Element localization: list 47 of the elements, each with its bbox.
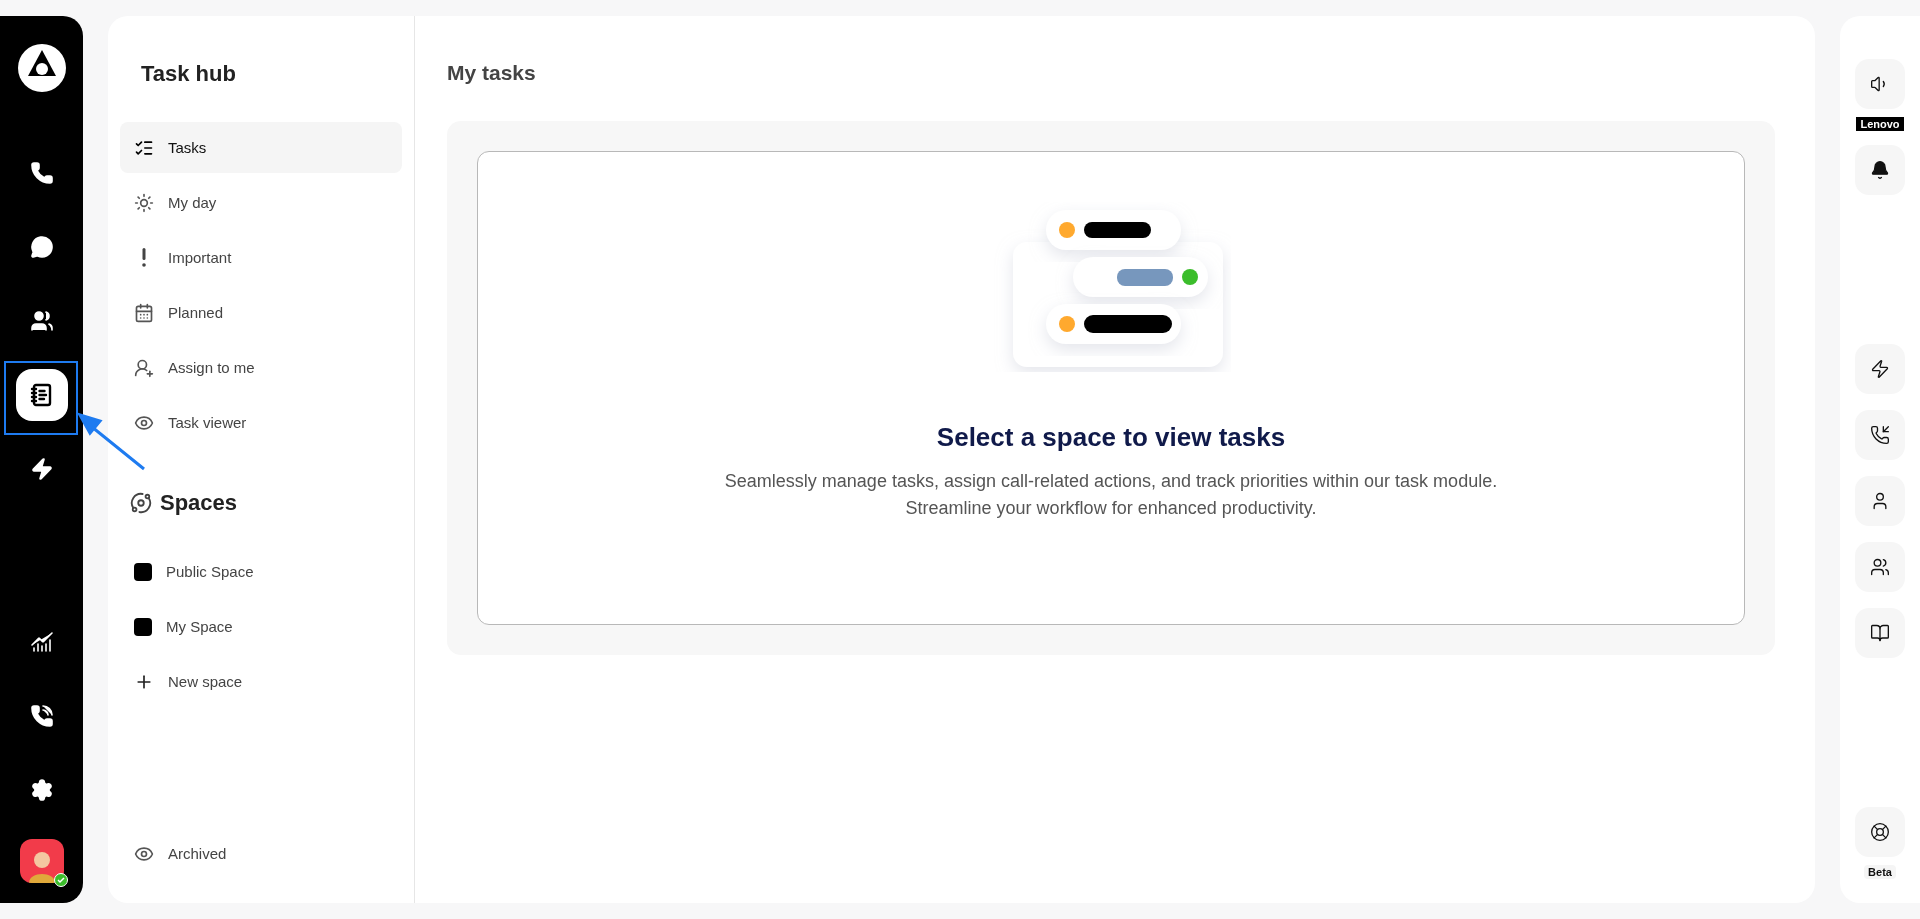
phone-icon — [29, 161, 54, 185]
speaker-button[interactable] — [1855, 59, 1905, 109]
chart-icon — [29, 630, 54, 654]
users-button[interactable] — [1855, 542, 1905, 592]
sidebar-title: Task hub — [141, 61, 237, 87]
empty-state-text: Seamlessly manage tasks, assign call-related actions, and track priorities within our task module. — [724, 471, 1498, 492]
bell-icon — [1870, 160, 1890, 180]
space-item[interactable]: My Space — [120, 601, 402, 652]
bell-button[interactable] — [1855, 145, 1905, 195]
users-icon — [1870, 557, 1890, 577]
tasks-nav-button[interactable] — [15, 369, 68, 421]
lifebuoy-button[interactable] — [1855, 807, 1905, 857]
device-label: Lenovo — [1856, 117, 1904, 131]
calendar-icon — [134, 302, 154, 323]
book-button[interactable] — [1855, 608, 1905, 658]
lifebuoy-icon — [1870, 822, 1890, 842]
user-button[interactable] — [1855, 476, 1905, 526]
space-square-icon — [134, 617, 152, 636]
archived-item[interactable]: Archived — [120, 828, 402, 879]
person-silhouette-icon — [28, 849, 55, 883]
sidebar-item[interactable]: Assign to me — [120, 342, 402, 393]
sidebar-item[interactable]: Planned — [120, 287, 402, 338]
exclamation-icon — [142, 248, 146, 267]
sidebar-item[interactable]: My day — [120, 177, 402, 228]
page-title: My tasks — [447, 61, 537, 85]
empty-state-text: Streamline your workflow for enhanced productivity. — [905, 498, 1317, 519]
chat-icon — [29, 235, 54, 259]
users-icon — [29, 309, 54, 333]
apps-button[interactable] — [1855, 344, 1905, 394]
empty-state-heading: Select a space to view tasks — [936, 422, 1286, 453]
section-title: Spaces — [160, 490, 238, 516]
sun-icon — [134, 192, 154, 213]
notepad-icon — [29, 383, 54, 407]
sidebar-item[interactable]: Important — [120, 232, 402, 283]
avatar-button[interactable] — [19, 839, 64, 883]
space-item[interactable]: Public Space — [120, 546, 402, 597]
book-icon — [1870, 623, 1890, 643]
space-item[interactable]: New space — [120, 656, 402, 707]
sidebar-item[interactable]: Task viewer — [120, 397, 402, 448]
planet-icon — [130, 492, 152, 514]
sidebar-item[interactable]: Tasks — [120, 122, 402, 173]
settings-icon — [29, 778, 54, 802]
pointer-arrow — [78, 411, 148, 471]
device-label: Beta — [1864, 865, 1896, 879]
favorite-call-button[interactable] — [1855, 410, 1905, 460]
space-square-icon — [134, 562, 152, 581]
logo-icon — [15, 42, 68, 94]
